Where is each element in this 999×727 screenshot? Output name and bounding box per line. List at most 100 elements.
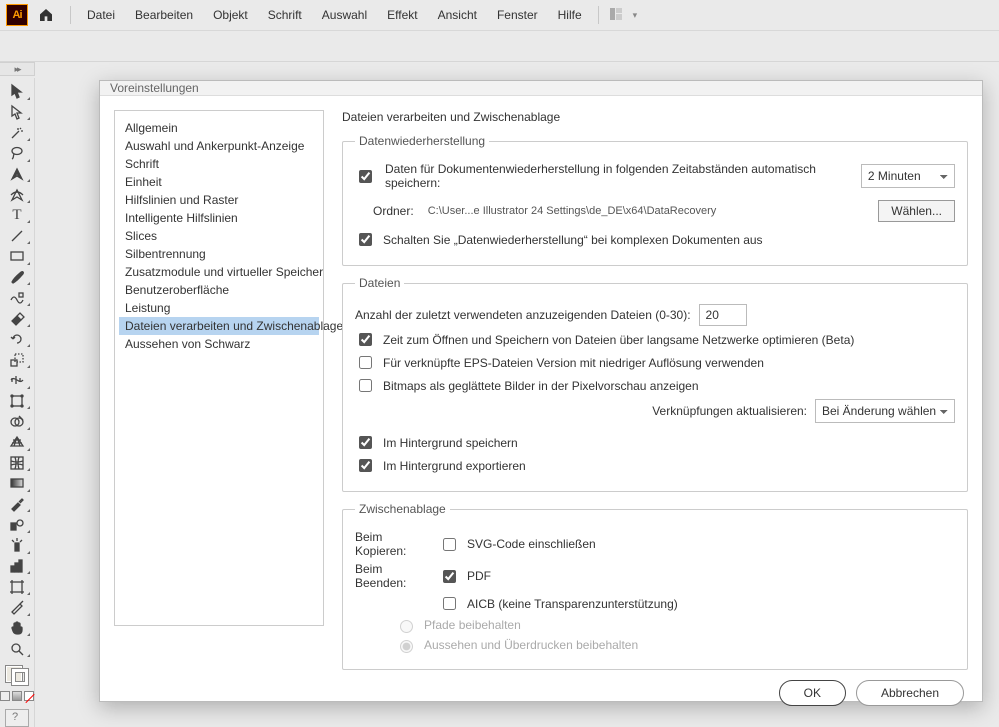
free-transform-tool-icon[interactable] xyxy=(3,392,31,411)
ok-button[interactable]: OK xyxy=(779,680,846,706)
cat-hilfslinien-raster[interactable]: Hilfslinien und Raster xyxy=(119,191,319,209)
gradient-tool-icon[interactable] xyxy=(3,474,31,493)
arrange-documents-icon[interactable] xyxy=(609,7,623,24)
bitmap-smooth-label: Bitmaps als geglättete Bilder in der Pix… xyxy=(383,379,699,393)
scale-tool-icon[interactable] xyxy=(3,350,31,369)
dialog-footer: OK Abbrechen xyxy=(100,680,982,706)
menu-auswahl[interactable]: Auswahl xyxy=(314,6,375,24)
cat-einheit[interactable]: Einheit xyxy=(119,173,319,191)
menu-objekt[interactable]: Objekt xyxy=(205,6,256,24)
menu-hilfe[interactable]: Hilfe xyxy=(550,6,590,24)
blend-tool-icon[interactable] xyxy=(3,515,31,534)
bitmap-smooth-checkbox[interactable] xyxy=(359,379,372,392)
color-mode-icon[interactable] xyxy=(0,691,10,701)
bg-save-label: Im Hintergrund speichern xyxy=(383,436,518,450)
on-quit-label: Beim Beenden: xyxy=(355,562,431,590)
recent-files-label: Anzahl der zuletzt verwendeten anzuzeige… xyxy=(355,308,691,322)
pdf-label: PDF xyxy=(467,569,491,583)
disable-complex-checkbox[interactable] xyxy=(359,233,372,246)
menu-datei[interactable]: Datei xyxy=(79,6,123,24)
bg-export-checkbox[interactable] xyxy=(359,459,372,472)
direct-selection-tool-icon[interactable] xyxy=(3,103,31,122)
slice-tool-icon[interactable] xyxy=(3,598,31,617)
screen-mode-icon[interactable] xyxy=(5,709,29,727)
on-copy-label: Beim Kopieren: xyxy=(355,530,431,558)
optimize-slow-network-checkbox[interactable] xyxy=(359,333,372,346)
stroke-swatch[interactable] xyxy=(11,668,29,686)
bg-export-label: Im Hintergrund exportieren xyxy=(383,459,526,473)
cat-intelligente-hilfslinien[interactable]: Intelligente Hilfslinien xyxy=(119,209,319,227)
rectangle-tool-icon[interactable] xyxy=(3,247,31,266)
type-tool-icon[interactable]: T xyxy=(3,206,31,225)
content-pane: Dateien verarbeiten und Zwischenablage D… xyxy=(342,110,968,680)
cat-zusatzmodule[interactable]: Zusatzmodule und virtueller Speicher xyxy=(119,263,319,281)
cancel-button[interactable]: Abbrechen xyxy=(856,680,964,706)
folder-label: Ordner: xyxy=(373,204,414,218)
auto-save-interval-select[interactable]: 2 Minuten xyxy=(861,164,955,188)
menu-fenster[interactable]: Fenster xyxy=(489,6,546,24)
mesh-tool-icon[interactable] xyxy=(3,454,31,473)
magic-wand-tool-icon[interactable] xyxy=(3,123,31,142)
cat-dateien-zwischenablage[interactable]: Dateien verarbeiten und Zwischenablage xyxy=(119,317,319,335)
line-tool-icon[interactable] xyxy=(3,226,31,245)
eraser-tool-icon[interactable] xyxy=(3,309,31,328)
selection-tool-icon[interactable] xyxy=(3,82,31,101)
symbol-sprayer-tool-icon[interactable] xyxy=(3,536,31,555)
auto-save-checkbox[interactable] xyxy=(359,170,372,183)
width-tool-icon[interactable] xyxy=(3,371,31,390)
shaper-tool-icon[interactable] xyxy=(3,288,31,307)
rotate-tool-icon[interactable] xyxy=(3,330,31,349)
shape-builder-tool-icon[interactable] xyxy=(3,412,31,431)
cat-auswahl-ankerpunkt[interactable]: Auswahl und Ankerpunkt-Anzeige xyxy=(119,137,319,155)
paintbrush-tool-icon[interactable] xyxy=(3,268,31,287)
auto-save-label: Daten für Dokumentenwiederherstellung in… xyxy=(385,162,841,190)
dialog-title: Voreinstellungen xyxy=(100,81,982,96)
cat-allgemein[interactable]: Allgemein xyxy=(119,119,319,137)
group-recovery: Datenwiederherstellung Daten für Dokumen… xyxy=(342,134,968,266)
svg-checkbox[interactable] xyxy=(443,538,456,551)
paths-label: Pfade beibehalten xyxy=(424,618,521,632)
fill-stroke-swatch[interactable] xyxy=(4,664,30,687)
group-clipboard-legend: Zwischenablage xyxy=(355,502,450,516)
perspective-grid-tool-icon[interactable] xyxy=(3,433,31,452)
menu-ansicht[interactable]: Ansicht xyxy=(430,6,485,24)
choose-folder-button[interactable]: Wählen... xyxy=(878,200,955,222)
menu-effekt[interactable]: Effekt xyxy=(379,6,425,24)
cat-slices[interactable]: Slices xyxy=(119,227,319,245)
recent-files-input[interactable] xyxy=(699,304,747,326)
cat-leistung[interactable]: Leistung xyxy=(119,299,319,317)
gradient-mode-icon[interactable] xyxy=(12,691,22,701)
column-graph-tool-icon[interactable] xyxy=(3,557,31,576)
links-update-select[interactable]: Bei Änderung wählen xyxy=(815,399,955,423)
category-list[interactable]: Allgemein Auswahl und Ankerpunkt-Anzeige… xyxy=(114,110,324,626)
hand-tool-icon[interactable] xyxy=(3,619,31,638)
cat-benutzeroberflaeche[interactable]: Benutzeroberfläche xyxy=(119,281,319,299)
folder-path: C:\User...e Illustrator 24 Settings\de_D… xyxy=(428,205,717,217)
aicb-checkbox[interactable] xyxy=(443,597,456,610)
pen-tool-icon[interactable] xyxy=(3,165,31,184)
eyedropper-tool-icon[interactable] xyxy=(3,495,31,514)
paths-radio xyxy=(400,620,413,633)
artboard-tool-icon[interactable] xyxy=(3,577,31,596)
content-heading: Dateien verarbeiten und Zwischenablage xyxy=(342,110,968,124)
cat-aussehen-schwarz[interactable]: Aussehen von Schwarz xyxy=(119,335,319,353)
eps-lowres-checkbox[interactable] xyxy=(359,356,372,369)
panel-expand-tab[interactable]: ▸▸ xyxy=(0,62,35,76)
bg-save-checkbox[interactable] xyxy=(359,436,372,449)
menu-bearbeiten[interactable]: Bearbeiten xyxy=(127,6,201,24)
separator xyxy=(70,6,71,24)
cat-silbentrennung[interactable]: Silbentrennung xyxy=(119,245,319,263)
curvature-tool-icon[interactable] xyxy=(3,185,31,204)
home-icon[interactable] xyxy=(36,5,56,25)
zoom-tool-icon[interactable] xyxy=(3,639,31,658)
chevron-down-icon[interactable]: ▾ xyxy=(633,10,638,21)
appearance-radio xyxy=(400,640,413,653)
cat-schrift[interactable]: Schrift xyxy=(119,155,319,173)
none-mode-icon[interactable] xyxy=(24,691,34,701)
disable-complex-label: Schalten Sie „Datenwiederherstellung“ be… xyxy=(383,233,763,247)
appearance-label: Aussehen und Überdrucken beibehalten xyxy=(424,638,638,652)
lasso-tool-icon[interactable] xyxy=(3,144,31,163)
links-update-label: Verknüpfungen aktualisieren: xyxy=(652,404,807,418)
menu-schrift[interactable]: Schrift xyxy=(260,6,310,24)
pdf-checkbox[interactable] xyxy=(443,570,456,583)
